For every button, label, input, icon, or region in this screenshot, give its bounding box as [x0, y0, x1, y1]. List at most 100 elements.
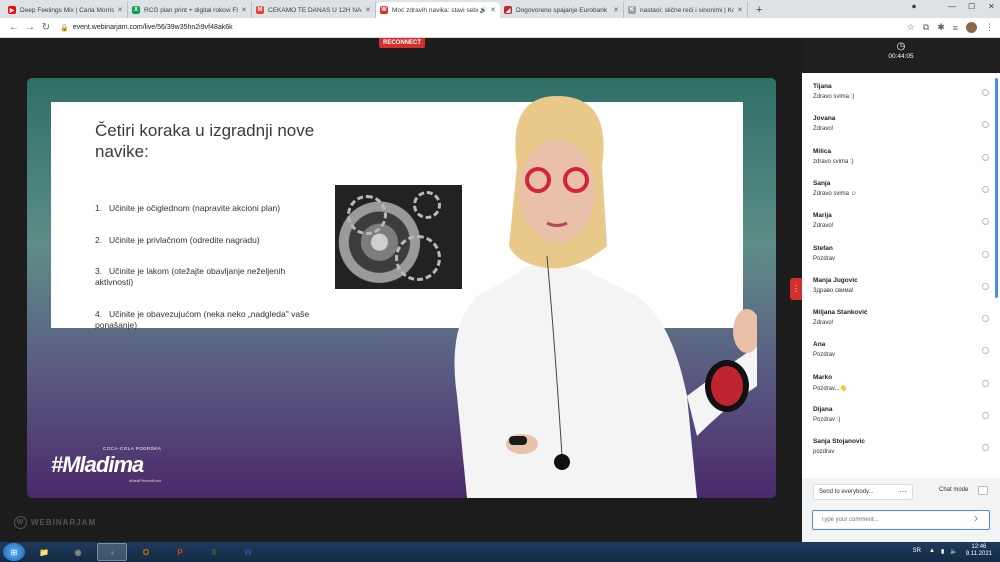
start-button[interactable]: ⊞ [3, 543, 25, 561]
reconnect-button[interactable]: RECONNECT [379, 38, 426, 48]
select-message-radio[interactable] [982, 412, 989, 419]
record-icon[interactable]: ⏺ [912, 2, 916, 12]
taskbar-app-media[interactable]: ◉ [63, 543, 93, 561]
chat-header: ◷ 00:44:05 [802, 38, 1000, 73]
chat-author: Sanja Stojanovic [813, 438, 866, 446]
forward-icon[interactable]: → [22, 22, 38, 33]
chat-text: Pozdrav...👋 [813, 385, 848, 392]
browser-tab[interactable]: ◢ Dogovoreno spajanje Eurobank ✕ [500, 2, 624, 18]
extension-icon[interactable]: ⧉ [923, 22, 929, 33]
close-tab-icon[interactable]: ✕ [613, 6, 619, 14]
chat-text: Pozdrav :) [813, 417, 841, 423]
menu-icon[interactable]: ⋮ [985, 22, 994, 33]
chat-message: Miljana Stanković Zdravo! [813, 309, 989, 326]
queue-icon[interactable]: ≡ [953, 23, 958, 33]
close-window-button[interactable]: ✕ [988, 2, 995, 11]
select-message-radio[interactable] [982, 153, 989, 161]
back-icon[interactable]: ← [6, 22, 22, 33]
close-tab-icon[interactable]: ✕ [241, 6, 247, 14]
chat-author: Miljana Stanković [813, 309, 868, 317]
chat-author: Jovana [813, 115, 836, 123]
tab-label: Moć zdravih navika: stavi sebe [392, 6, 478, 14]
taskbar-app-excel[interactable]: X [199, 543, 229, 561]
minimize-button[interactable]: — [948, 2, 956, 11]
chat-text: Zdravo svima :) [813, 94, 855, 100]
tab-label: Dogovoreno spajanje Eurobank [516, 6, 608, 14]
favicon-icon: ▶ [8, 6, 16, 14]
taskbar-app-powerpoint[interactable]: P [165, 543, 195, 561]
system-tray: SR ▲ ▮ 🔈 12:46 9.11.2021 [913, 544, 992, 558]
chat-author: Milica [813, 147, 832, 155]
tab-list: ▶ Deep Feelings Mix | Carla Morrisc ✕ X RCG … [4, 2, 748, 18]
browser-tab[interactable]: ▶ Deep Feelings Mix | Carla Morrisc ✕ [4, 2, 128, 18]
video-player[interactable]: Četiri koraka u izgradnji nove navike: 1… [27, 78, 776, 498]
select-message-radio[interactable] [982, 282, 989, 290]
chat-author: Sanja [813, 179, 831, 187]
chat-message: Milica zdravo svima :) [813, 148, 989, 165]
chat-panel: ◷ 00:44:05 Tijana Zdravo svima :) Jovana Zd… [802, 38, 1000, 542]
chat-message: Marko Pozdrav...👋 [813, 374, 989, 392]
volume-icon[interactable]: 🔈 [950, 548, 957, 555]
favicon-icon: X [132, 6, 140, 14]
slide-item: 2. Učinite je privlačnom (odredite nagrad… [95, 235, 260, 245]
browser-toolbar: ← → ↻ 🔒 event.webinarjam.com/live/56/39w… [0, 18, 1000, 38]
taskbar-app-explorer[interactable]: 📁 [29, 543, 59, 561]
browser-tab[interactable]: W Moć zdravih navika: stavi sebe 🔊 ✕ [376, 2, 500, 18]
webinarjam-logo: W WEBINARJAM [14, 516, 96, 529]
select-message-radio[interactable] [982, 185, 989, 193]
clock-icon: ◷ [896, 41, 906, 52]
lock-icon: 🔒 [60, 24, 69, 32]
chat-text: Zdravo svima ☺ [813, 190, 857, 197]
chat-mode-label: Chat mode [939, 487, 969, 493]
new-tab-button[interactable]: + [756, 2, 762, 18]
browser-tab[interactable]: Knastaoi: slične reči i sinonimi | Ko ✕ [624, 2, 748, 18]
chat-message: Tijana Zdravo svima :) [813, 83, 989, 100]
taskbar-app-outlook[interactable]: O [131, 543, 161, 561]
address-bar[interactable]: 🔒 event.webinarjam.com/live/56/39w35hn2i… [60, 24, 899, 32]
maximize-button[interactable]: ☐ [968, 2, 975, 11]
slide-item: 4. Učinite je obavezujućom (neka neko „na… [95, 309, 310, 330]
chat-text: Pozdrav [813, 255, 836, 262]
chat-scrollbar[interactable] [995, 78, 998, 298]
chat-message: Ana Pozdrav [813, 341, 989, 358]
close-tab-icon[interactable]: ✕ [117, 6, 123, 14]
chat-text: pozdrav [813, 449, 835, 456]
chat-mode-toggle[interactable] [978, 486, 988, 495]
tray-arrow-icon[interactable]: ▲ [929, 548, 935, 554]
chat-message-list[interactable]: Tijana Zdravo svima :) Jovana Zdravo! Milica… [802, 73, 1000, 464]
network-icon[interactable]: ▮ [941, 548, 944, 555]
slide-item: 1. Učinite je očiglednom (napravite akcio… [95, 203, 281, 213]
taskbar-app-word[interactable]: W [233, 543, 263, 561]
chat-composer: Send to everybody... ··· Chat mode › [802, 478, 1000, 542]
more-icon[interactable]: ··· [899, 487, 907, 496]
logo-hashtag: #NasiPrimeriKroni [129, 478, 162, 483]
chat-toggle-handle[interactable]: ⋮ [790, 278, 802, 300]
taskbar-clock[interactable]: 12:46 9.11.2021 [966, 544, 992, 558]
slide-item: 3. Učinite je lakom (otežajte obavljanje … [95, 266, 286, 287]
browser-tab[interactable]: M ČEKAMO TE DANAS U 12H NA PR ✕ [252, 2, 376, 18]
taskbar-app-chrome[interactable]: ◕ [97, 543, 127, 561]
taskbar-apps: 📁 ◉ ◕ O P X W [25, 543, 263, 561]
browser-tab[interactable]: X RCG plan print + digital rokovi FIN ✕ [128, 2, 252, 18]
favicon-icon: K [628, 6, 636, 14]
select-message-radio[interactable] [982, 379, 989, 387]
close-tab-icon[interactable]: ✕ [365, 6, 371, 14]
puzzle-icon[interactable]: ✱ [937, 22, 945, 33]
reload-icon[interactable]: ↻ [38, 22, 54, 33]
chat-message: Dijana Pozdrav :) [813, 406, 989, 423]
send-icon[interactable]: › [974, 511, 978, 525]
close-tab-icon[interactable]: ✕ [737, 6, 743, 14]
select-message-radio[interactable] [982, 89, 989, 96]
avatar[interactable] [966, 22, 977, 33]
star-icon[interactable]: ☆ [907, 22, 915, 33]
language-indicator[interactable]: SR [913, 548, 921, 554]
chat-text: Zdravo! [813, 223, 834, 230]
select-message-radio[interactable] [982, 250, 989, 258]
send-to-dropdown[interactable]: Send to everybody... ··· [813, 484, 913, 500]
comment-input[interactable] [812, 510, 990, 530]
tab-label: nastaoi: slične reči i sinonimi | Ko [640, 6, 735, 14]
audio-icon[interactable]: 🔊 [480, 7, 487, 14]
chat-text: Zdravo! [813, 126, 834, 133]
close-tab-icon[interactable]: ✕ [490, 6, 496, 14]
webinar-stage: RECONNECT Četiri koraka u izgradnji nove… [0, 38, 802, 542]
